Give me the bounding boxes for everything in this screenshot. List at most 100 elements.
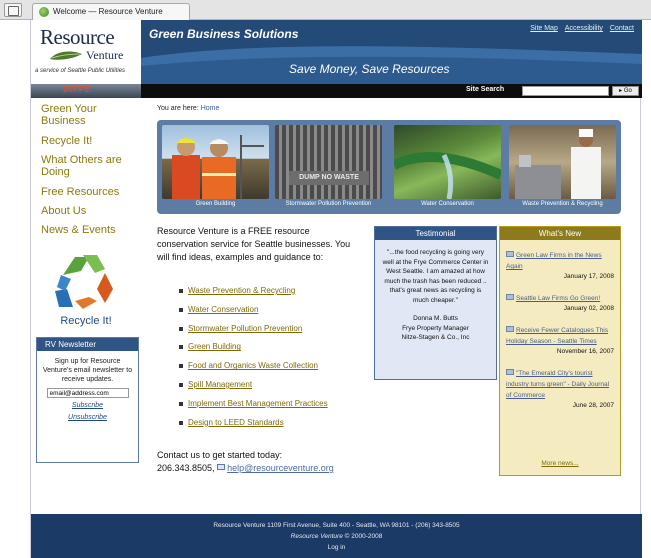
web-page: Resource Venture a service of Seattle Pu… (30, 20, 642, 558)
news-icon (506, 369, 514, 375)
search-input[interactable] (522, 86, 609, 96)
photo-caption-stormwater: Stormwater Pollution Prevention (285, 201, 372, 207)
news-link[interactable]: "The Emerald City's tourist industry tur… (506, 370, 609, 399)
testimonial-author: Donna M. Butts Frye Property Manager Nit… (375, 314, 496, 343)
breadcrumb: You are here: Home (157, 105, 219, 112)
favicon-icon (39, 7, 49, 17)
site-header: Green Business Solutions Save Money, Sav… (141, 20, 642, 84)
breadcrumb-home-link[interactable]: Home (201, 105, 220, 112)
testimonial-role: Frye Property Manager (402, 324, 469, 332)
utility-links: Site Map Accessibility Contact (525, 25, 634, 32)
nav-about-us[interactable]: About Us (41, 205, 141, 217)
news-item: Seattle Law Firms Go Green! January 02, … (500, 292, 620, 312)
list-item: Food and Organics Waste Collection (179, 361, 369, 380)
contact-line: Contact us to get started today: (157, 450, 283, 460)
breadcrumb-prefix: You are here: (157, 105, 199, 112)
search-go-label: Go (623, 88, 632, 94)
header-title: Green Business Solutions (149, 27, 299, 41)
list-item: Spill Management (179, 380, 369, 399)
search-bar: Site Search ▸ Go (141, 84, 642, 98)
service-link-leed[interactable]: Design to LEED Standards (188, 418, 284, 427)
list-item: Implement Best Management Practices (179, 399, 369, 418)
news-icon (506, 294, 514, 300)
service-link-water-conservation[interactable]: Water Conservation (188, 305, 258, 314)
news-link[interactable]: Seattle Law Firms Go Green! (516, 295, 600, 302)
photo-caption-green-building: Green Building (195, 201, 236, 207)
water-hose-image (394, 125, 501, 199)
contact-phone: 206.343.8505, (157, 463, 215, 473)
newsletter-email-field[interactable] (46, 388, 129, 398)
unsubscribe-link[interactable]: Unsubscribe (41, 413, 134, 422)
testimonial-panel: Testimonial "...the food recycling is go… (374, 226, 497, 380)
service-link-stormwater[interactable]: Stormwater Pollution Prevention (188, 324, 302, 333)
testimonial-title: Testimonial (375, 227, 496, 240)
dump-no-waste-sign: DUMP NO WASTE (289, 171, 369, 185)
testimonial-company: Nitze-Stagen & Co., Inc (401, 334, 470, 341)
nav-recycle-it[interactable]: Recycle It! (41, 135, 141, 147)
recycle-it-label[interactable]: Recycle It! (31, 315, 141, 327)
service-link-waste-prevention[interactable]: Waste Prevention & Recycling (188, 286, 295, 295)
nav-free-resources[interactable]: Free Resources (41, 186, 141, 198)
list-item: Stormwater Pollution Prevention (179, 324, 369, 343)
intro-text: Resource Venture is a FREE resource cons… (157, 226, 351, 262)
list-item: Waste Prevention & Recycling (179, 286, 369, 305)
left-navigation: Green Your Business Recycle It! What Oth… (31, 98, 141, 514)
search-go-button[interactable]: ▸ Go (612, 86, 639, 96)
news-date: January 02, 2008 (563, 305, 614, 312)
site-logo[interactable]: Resource Venture a service of Seattle Pu… (31, 20, 141, 84)
browser-tab-title: Welcome — Resource Venture (53, 7, 163, 16)
whats-new-panel: What's New Green Law Firms in the News A… (499, 226, 621, 476)
footer-address: Resource Venture 1109 First Avenue, Suit… (213, 522, 460, 529)
contact-link[interactable]: Contact (610, 25, 634, 32)
accessibility-link[interactable]: Accessibility (565, 25, 603, 32)
photo-caption-waste-prevention: Waste Prevention & Recycling (522, 201, 603, 207)
list-item: Water Conservation (179, 305, 369, 324)
news-item: Receive Fewer Catalogues This Holiday Se… (500, 324, 620, 355)
testimonial-quote: "...the food recycling is going very wel… (382, 249, 489, 304)
news-icon (506, 326, 514, 332)
logo-tagline: a service of Seattle Public Utilities (35, 68, 126, 74)
recycle-icon[interactable] (53, 251, 115, 313)
news-link[interactable]: Receive Fewer Catalogues This Holiday Se… (506, 327, 608, 345)
whats-new-title: What's New (500, 227, 620, 240)
browser-tab-bar: Welcome — Resource Venture (0, 0, 651, 20)
list-item: Green Building (179, 342, 369, 361)
nav-what-others-are-doing[interactable]: What Others are Doing (41, 154, 141, 178)
search-label: Site Search (466, 86, 505, 93)
service-link-green-building[interactable]: Green Building (188, 342, 241, 351)
photo-stormwater[interactable]: DUMP NO WASTE Stormwater Pollution Preve… (275, 125, 382, 211)
more-news-link[interactable]: More news... (500, 460, 620, 467)
kitchen-image (509, 125, 616, 199)
service-link-spill-management[interactable]: Spill Management (188, 380, 252, 389)
footer-copyright-brand: Resource Venture (290, 533, 343, 540)
leaf-icon (50, 51, 82, 60)
newsletter-panel: RV Newsletter Sign up for Resource Ventu… (36, 337, 139, 463)
news-date: November 16, 2007 (556, 348, 614, 355)
photo-green-building[interactable]: Green Building (162, 125, 269, 211)
service-link-best-practices[interactable]: Implement Best Management Practices (188, 399, 328, 408)
sidebar-toggle-button[interactable] (4, 3, 22, 17)
photo-caption-water-conservation: Water Conservation (421, 201, 474, 207)
nav-news-events[interactable]: News & Events (41, 224, 141, 236)
green-building-image (162, 125, 269, 199)
browser-tab-active[interactable]: Welcome — Resource Venture (32, 3, 190, 20)
photo-water-conservation[interactable]: Water Conservation (394, 125, 501, 211)
photo-waste-prevention[interactable]: Waste Prevention & Recycling (509, 125, 616, 211)
news-item: Green Law Firms in the News Again Januar… (500, 249, 620, 280)
site-map-link[interactable]: Site Map (530, 25, 558, 32)
contact-block: Contact us to get started today: 206.343… (157, 449, 377, 475)
contact-email-link[interactable]: help@resourceventure.org (227, 463, 334, 473)
footer-copyright-year: © 2000-2008 (344, 533, 383, 540)
news-link[interactable]: Green Law Firms in the News Again (506, 252, 602, 270)
header-photo-strip: DIFFE (31, 84, 141, 98)
service-list: Waste Prevention & Recycling Water Conse… (179, 286, 369, 436)
service-link-food-organics[interactable]: Food and Organics Waste Collection (188, 361, 318, 370)
login-link[interactable]: Log in (328, 544, 346, 551)
storm-drain-image: DUMP NO WASTE (275, 125, 382, 199)
header-slogan: Save Money, Save Resources (289, 62, 450, 76)
newsletter-description: Sign up for Resource Venture's email new… (42, 358, 133, 383)
photo-banner: Green Building DUMP NO WASTE Stormwater … (157, 120, 621, 214)
nav-green-your-business[interactable]: Green Your Business (41, 103, 141, 127)
subscribe-link[interactable]: Subscribe (41, 401, 134, 410)
news-date: June 28, 2007 (572, 402, 614, 409)
